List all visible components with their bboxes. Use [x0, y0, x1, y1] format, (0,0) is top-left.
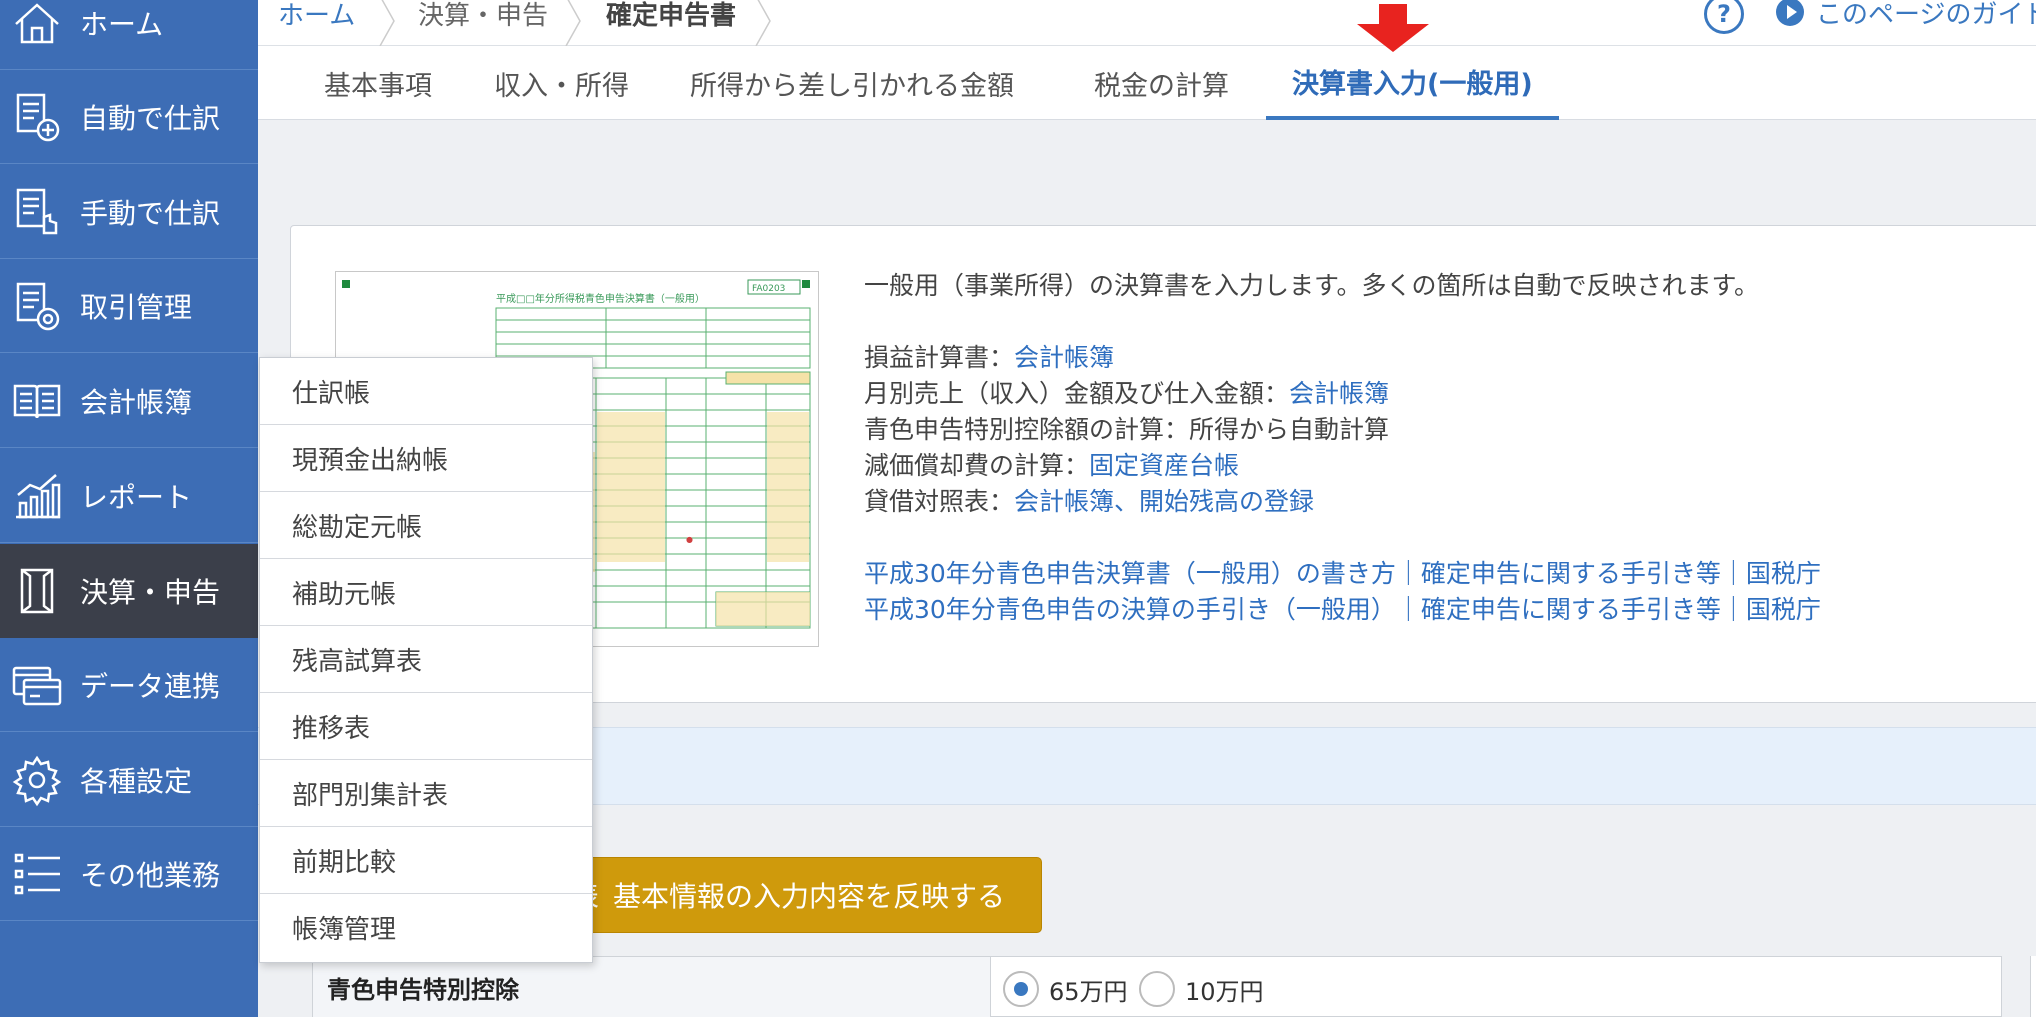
intro-text: 一般用（事業所得）の決算書を入力します。多くの箇所は自動で反映されます。: [864, 271, 1760, 300]
gear-icon: [6, 749, 68, 811]
deduction-65-label: 65万円: [1049, 977, 1128, 1006]
transaction-icon: [6, 275, 68, 337]
breadcrumb-section[interactable]: 決算・申告: [418, 0, 548, 36]
menu-item-sub-ledger[interactable]: 補助元帳: [260, 559, 592, 626]
sidebar-item-home[interactable]: ホーム: [0, 0, 258, 70]
pl-ledger-link[interactable]: 会計帳簿: [1014, 343, 1114, 372]
menu-item-journal[interactable]: 仕訳帳: [260, 358, 592, 425]
sidebar-item-label: その他業務: [80, 858, 221, 892]
info-text: 一般用（事業所得）の決算書を入力します。多くの箇所は自動で反映されます。 損益計…: [864, 268, 1821, 628]
form-thumbnail-title: 平成□□年分所得税青色申告決算書（一般用）: [496, 292, 705, 305]
chevron-right-icon: [755, 0, 771, 46]
sidebar: ホーム 自動で仕訳 手動で仕訳 取引管理 会計帳簿 レポート 決算・申告 データ…: [0, 0, 258, 1017]
data-link-icon: [6, 654, 68, 716]
sidebar-item-label: 会計帳簿: [80, 385, 193, 419]
apply-basic-info-button[interactable]: 表 基本情報の入力内容を反映する: [560, 857, 1042, 933]
settlement-icon: [6, 560, 68, 622]
blue-deduction-label: 青色申告特別控除: [313, 957, 991, 1017]
home-icon: [6, 0, 68, 54]
page-guide-link[interactable]: このページのガイド: [1776, 0, 2036, 32]
menu-item-prior-comparison[interactable]: 前期比較: [260, 827, 592, 894]
sidebar-item-label: 取引管理: [80, 290, 193, 324]
sidebar-item-manual-journal[interactable]: 手動で仕訳: [0, 165, 258, 259]
sidebar-item-label: データ連携: [80, 669, 221, 703]
bs-ledger-link[interactable]: 会計帳簿、開始残高の登録: [1014, 487, 1314, 516]
chevron-right-icon: [379, 0, 395, 46]
list-icon: [6, 843, 68, 905]
sidebar-item-label: レポート: [80, 480, 193, 514]
pl-label: 損益計算書：: [864, 343, 1015, 372]
deduction-10-radio[interactable]: 10万円: [1139, 969, 1264, 1009]
tab-bar: 基本事項 収入・所得 所得から差し引かれる金額 税金の計算 決算書入力(一般用): [258, 46, 2036, 120]
tab-income[interactable]: 収入・所得: [494, 46, 629, 120]
sidebar-item-settings[interactable]: 各種設定: [0, 733, 258, 827]
monthly-label: 月別売上（収入）金額及び仕入金額：: [864, 379, 1290, 408]
ledger-book-icon: [6, 370, 68, 432]
deduction-10-label: 10万円: [1185, 977, 1264, 1006]
sidebar-item-label: 各種設定: [80, 764, 193, 798]
tab-financial-statement[interactable]: 決算書入力(一般用): [1266, 46, 1559, 120]
menu-item-general-ledger[interactable]: 総勘定元帳: [260, 492, 592, 559]
breadcrumb: ホーム 決算・申告 確定申告書 ? このページのガイド: [258, 0, 2036, 46]
depreciation-label: 減価償却費の計算：: [864, 451, 1090, 480]
sidebar-item-label: 自動で仕訳: [80, 101, 221, 135]
tab-deductions[interactable]: 所得から差し引かれる金額: [690, 46, 1014, 120]
sidebar-item-data-link[interactable]: データ連携: [0, 638, 258, 732]
tab-basic[interactable]: 基本事項: [324, 46, 432, 120]
fixed-assets-link[interactable]: 固定資産台帳: [1089, 451, 1239, 480]
sidebar-item-label: 手動で仕訳: [80, 196, 221, 230]
sidebar-item-auto-journal[interactable]: 自動で仕訳: [0, 70, 258, 164]
menu-item-cash-book[interactable]: 現預金出納帳: [260, 425, 592, 492]
form-thumbnail-code: FA0203: [752, 284, 785, 294]
svg-text:●: ●: [686, 535, 693, 544]
monthly-ledger-link[interactable]: 会計帳簿: [1289, 379, 1389, 408]
menu-item-department[interactable]: 部門別集計表: [260, 760, 592, 827]
help-icon[interactable]: ?: [1704, 0, 1744, 34]
bs-label: 貸借対照表：: [864, 487, 1015, 516]
play-icon: [1776, 0, 1804, 26]
breadcrumb-current: 確定申告書: [606, 0, 737, 31]
sidebar-item-settlement[interactable]: 決算・申告: [0, 544, 258, 638]
auto-journal-icon: [6, 86, 68, 148]
blue-deduction-row: 青色申告特別控除 65万円 10万円: [312, 956, 2002, 1017]
breadcrumb-home[interactable]: ホーム: [278, 0, 355, 36]
nta-guide-link-2[interactable]: 平成30年分青色申告の決算の手引き（一般用）｜確定申告に関する手引き等｜国税庁: [864, 595, 1821, 624]
radio-unselected-icon: [1139, 971, 1175, 1007]
arrow-down-icon: [1357, 4, 1429, 52]
radio-selected-icon: [1003, 971, 1039, 1007]
sidebar-item-label: 決算・申告: [80, 575, 221, 609]
sidebar-item-report[interactable]: レポート: [0, 449, 258, 543]
report-chart-icon: [6, 465, 68, 527]
sidebar-item-other[interactable]: その他業務: [0, 827, 258, 921]
menu-item-trial-balance[interactable]: 残高試算表: [260, 626, 592, 693]
tab-tax-calc[interactable]: 税金の計算: [1094, 46, 1229, 120]
sidebar-item-transactions[interactable]: 取引管理: [0, 259, 258, 353]
manual-journal-icon: [6, 181, 68, 243]
deduction-65-radio[interactable]: 65万円: [1003, 969, 1128, 1009]
page-guide-label: このページのガイド: [1816, 0, 2036, 30]
deduction-text: 青色申告特別控除額の計算：所得から自動計算: [864, 415, 1390, 444]
ledger-dropdown-menu: 仕訳帳 現預金出納帳 総勘定元帳 補助元帳 残高試算表 推移表 部門別集計表 前…: [259, 357, 593, 963]
sidebar-item-label: ホーム: [80, 7, 164, 41]
apply-button-label: 基本情報の入力内容を反映する: [613, 880, 1006, 913]
chevron-right-icon: [565, 0, 581, 46]
menu-item-book-management[interactable]: 帳簿管理: [260, 894, 592, 961]
sidebar-item-ledger[interactable]: 会計帳簿: [0, 354, 258, 448]
nta-guide-link-1[interactable]: 平成30年分青色申告決算書（一般用）の書き方｜確定申告に関する手引き等｜国税庁: [864, 559, 1821, 588]
next-cell-edge: [2030, 956, 2036, 1017]
menu-item-trend[interactable]: 推移表: [260, 693, 592, 760]
